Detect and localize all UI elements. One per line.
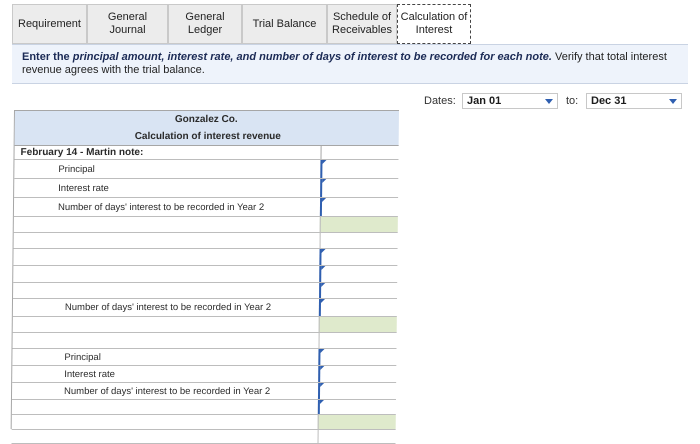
input-corner-marker (321, 283, 326, 287)
total-cell (319, 217, 398, 232)
instruction-lead: Enter the (22, 51, 73, 63)
amount-input-cell[interactable] (319, 283, 398, 298)
table-row: Principal (12, 349, 397, 366)
to-date-value: Dec 31 (591, 95, 627, 107)
input-corner-marker (319, 400, 324, 404)
row-label: Interest rate (64, 369, 115, 380)
amount-input-cell[interactable] (320, 160, 399, 178)
row-label: Principal (64, 352, 101, 363)
from-date-value: Jan 01 (467, 95, 502, 107)
table-row: Number of days' interest to be recorded … (12, 299, 398, 317)
row-label: Principal (58, 164, 95, 175)
row-label: Interest rate (58, 183, 109, 194)
empty-cell (317, 430, 396, 443)
empty-cell (319, 233, 398, 248)
input-corner-marker (321, 266, 326, 270)
total-cell (317, 415, 396, 429)
row-section-label: February 14 - Martin note: (20, 147, 144, 158)
input-corner-marker (322, 160, 327, 164)
tab-label: Requirement (18, 17, 81, 30)
table-row (11, 430, 396, 444)
instruction-panel: Enter the principal amount, interest rat… (12, 44, 688, 84)
dates-label: Dates: (424, 95, 456, 107)
table-subtitle: Calculation of interest revenue (134, 131, 281, 142)
row-label: Number of days' interest to be recorded … (57, 202, 265, 213)
interest-calculation-table: Gonzalez Co. Calculation of interest rev… (10, 110, 399, 444)
tab-trial-balance[interactable]: Trial Balance (242, 4, 327, 44)
tab-label: Trial Balance (252, 17, 317, 30)
table-row: Number of days' interest to be recorded … (11, 383, 397, 400)
company-name: Gonzalez Co. (174, 114, 238, 125)
tab-label: Schedule of Receivables (332, 11, 392, 36)
tab-calculation-of-interest[interactable]: Calculation of Interest (397, 4, 471, 44)
table-row (13, 266, 398, 283)
input-corner-marker (320, 299, 326, 303)
instruction-mid: to be recorded for each note. (397, 51, 552, 63)
to-date-select[interactable]: Dec 31 (586, 93, 682, 109)
chevron-down-icon (669, 99, 677, 104)
amount-input-cell[interactable] (319, 198, 399, 216)
total-cell (318, 317, 397, 332)
table-row: Interest rate (12, 366, 397, 383)
table-row (13, 217, 398, 233)
amount-input-cell[interactable] (318, 349, 397, 365)
chevron-down-icon (545, 99, 553, 104)
table-row (12, 333, 397, 349)
tab-label: General Ledger (185, 11, 225, 36)
table-row: Interest rate (14, 179, 399, 198)
tab-general-journal[interactable]: General Journal (87, 4, 168, 44)
amount-input-cell[interactable] (319, 266, 398, 282)
amount-input-cell[interactable] (319, 249, 398, 265)
amount-input-cell[interactable] (318, 299, 398, 316)
input-corner-marker (321, 249, 326, 253)
tab-schedule-of-receivables[interactable]: Schedule of Receivables (327, 4, 397, 44)
row-label: Number of days' interest to be recorded … (64, 302, 272, 313)
tab-general-ledger[interactable]: General Ledger (168, 4, 242, 44)
tab-label: Calculation of Interest (400, 11, 468, 36)
tab-label: General Journal (107, 11, 148, 36)
from-date-select[interactable]: Jan 01 (462, 93, 558, 109)
table-row (13, 233, 398, 249)
to-label: to: (566, 95, 579, 107)
input-corner-marker (320, 366, 325, 370)
tab-requirement[interactable]: Requirement (12, 4, 87, 44)
table-row (12, 317, 397, 333)
input-corner-marker (320, 383, 325, 387)
table-row: Number of days' interest to be recorded … (13, 198, 399, 217)
input-corner-marker (322, 198, 327, 202)
table-row: February 14 - Martin note: (14, 146, 399, 160)
table-row (11, 415, 396, 430)
amount-input-cell[interactable] (317, 383, 397, 399)
table-header-subtitle: Calculation of interest revenue (14, 127, 399, 146)
table-row (13, 283, 398, 299)
input-corner-marker (320, 349, 325, 353)
instruction-text: Enter the principal amount, interest rat… (22, 51, 678, 77)
amount-input-cell[interactable] (318, 366, 397, 382)
row-label: Number of days' interest to be recorded … (63, 386, 271, 397)
table-row (11, 400, 396, 415)
input-corner-marker (322, 179, 327, 183)
empty-cell (318, 333, 397, 348)
amount-input-cell[interactable] (317, 400, 396, 414)
table-header-company: Gonzalez Co. (14, 111, 399, 127)
amount-input-cell[interactable] (320, 179, 399, 197)
instruction-emphasis: principal amount, interest rate, and num… (72, 51, 398, 63)
table-row (13, 249, 398, 266)
table-row: Principal (14, 160, 399, 179)
